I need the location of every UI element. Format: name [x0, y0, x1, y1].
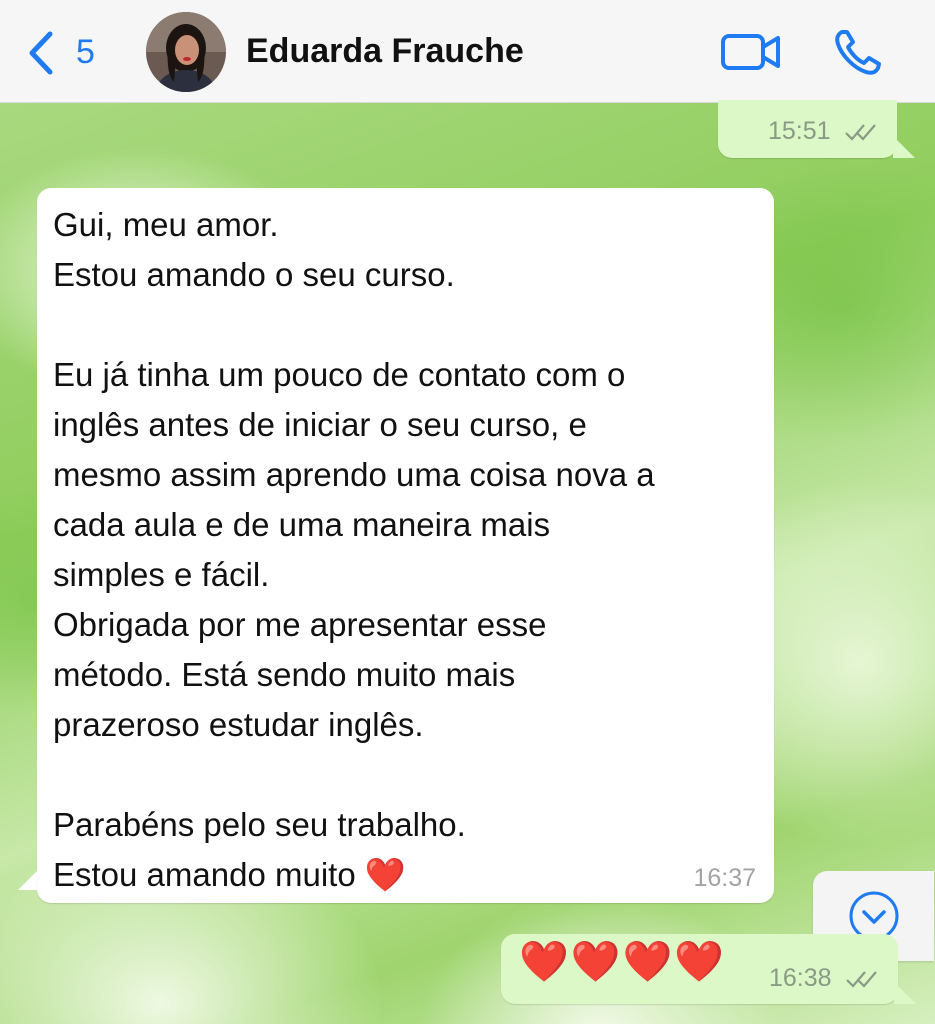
message-text: ❤️❤️❤️❤️: [519, 940, 727, 984]
message-bubble-outgoing[interactable]: 15:51: [718, 100, 897, 158]
message-bubble-incoming[interactable]: Gui, meu amor. Estou amando o seu curso.…: [37, 188, 774, 903]
contact-name[interactable]: Eduarda Frauche: [246, 32, 524, 71]
bubble-tail: [894, 982, 916, 1004]
chevron-left-icon[interactable]: [26, 30, 56, 76]
video-camera-icon[interactable]: [720, 32, 782, 72]
double-check-icon: [845, 971, 877, 989]
bubble-tail: [893, 136, 915, 158]
chat-header: 5 Eduarda Frauche: [0, 0, 935, 103]
message-bubble-outgoing[interactable]: ❤️❤️❤️❤️ 16:38: [501, 934, 898, 1004]
double-check-icon: [844, 124, 876, 142]
message-time: 16:38: [769, 964, 832, 992]
unread-count[interactable]: 5: [76, 33, 95, 72]
avatar[interactable]: [146, 12, 226, 92]
message-time: 15:51: [768, 117, 831, 145]
message-time: 16:37: [693, 864, 756, 892]
message-text: Gui, meu amor. Estou amando o seu curso.…: [53, 206, 655, 893]
phone-icon[interactable]: [832, 28, 884, 76]
